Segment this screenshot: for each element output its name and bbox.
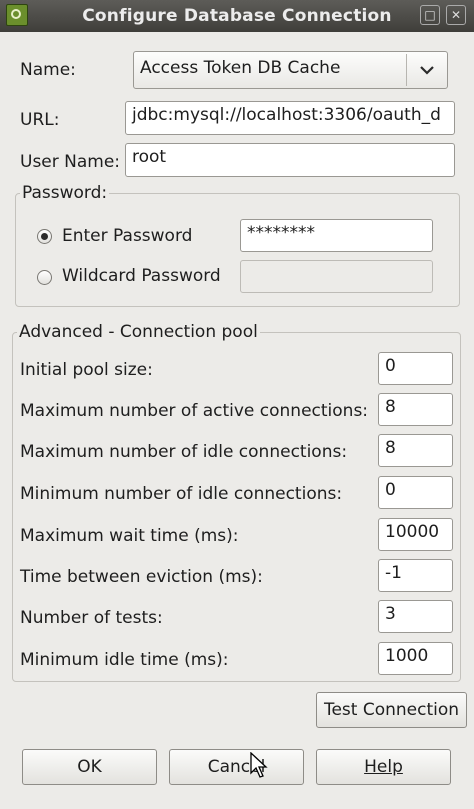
combo-separator bbox=[406, 54, 407, 86]
pool-row-label: Initial pool size: bbox=[20, 360, 153, 380]
pool-row-label: Number of tests: bbox=[20, 608, 163, 628]
min-idle-connections-field[interactable]: 0 bbox=[378, 476, 453, 509]
min-idle-time-field[interactable]: 1000 bbox=[378, 642, 453, 675]
max-idle-connections-field[interactable]: 8 bbox=[378, 434, 453, 467]
name-label: Name: bbox=[20, 60, 76, 80]
pool-row-label: Maximum number of idle connections: bbox=[20, 442, 348, 462]
wildcard-password-label: Wildcard Password bbox=[62, 266, 221, 286]
pool-row-label: Minimum idle time (ms): bbox=[20, 650, 229, 670]
title-bar[interactable]: Configure Database Connection □ ✕ bbox=[0, 0, 474, 32]
pool-row-label: Maximum wait time (ms): bbox=[20, 526, 239, 546]
enter-password-field[interactable]: ******** bbox=[240, 219, 433, 252]
help-label: Help bbox=[364, 757, 403, 777]
help-button[interactable]: Help bbox=[316, 749, 451, 785]
max-wait-time-field[interactable]: 10000 bbox=[378, 518, 453, 551]
test-connection-label: Test Connection bbox=[323, 700, 460, 720]
ok-button[interactable]: OK bbox=[22, 749, 157, 785]
connection-pool-legend: Advanced - Connection pool bbox=[19, 322, 258, 342]
pool-row-label: Maximum number of active connections: bbox=[20, 401, 369, 421]
url-field[interactable]: jdbc:mysql://localhost:3306/oauth_d bbox=[125, 101, 455, 135]
user-name-field[interactable]: root bbox=[125, 143, 455, 177]
enter-password-radio[interactable] bbox=[37, 229, 52, 244]
user-name-label: User Name: bbox=[20, 152, 121, 172]
name-combo[interactable]: Access Token DB Cache bbox=[133, 51, 448, 89]
window-title: Configure Database Connection bbox=[82, 6, 392, 26]
url-label: URL: bbox=[20, 110, 60, 130]
close-icon[interactable]: ✕ bbox=[446, 5, 466, 25]
test-connection-button[interactable]: Test Connection bbox=[316, 692, 467, 728]
mouse-pointer-icon bbox=[250, 752, 268, 778]
name-combo-value: Access Token DB Cache bbox=[140, 58, 341, 78]
time-between-eviction-field[interactable]: -1 bbox=[378, 559, 453, 592]
enter-password-label: Enter Password bbox=[62, 226, 193, 246]
max-active-connections-field[interactable]: 8 bbox=[378, 393, 453, 426]
wildcard-password-field bbox=[240, 260, 433, 293]
number-of-tests-field[interactable]: 3 bbox=[378, 600, 453, 633]
pool-row-label: Time between eviction (ms): bbox=[20, 567, 263, 587]
cancel-label: Cancel bbox=[207, 757, 266, 777]
cancel-button[interactable]: Cancel bbox=[169, 749, 304, 785]
pool-row-label: Minimum number of idle connections: bbox=[20, 484, 343, 504]
ok-label: OK bbox=[77, 757, 102, 777]
password-legend: Password: bbox=[22, 183, 108, 203]
wildcard-password-radio[interactable] bbox=[37, 270, 52, 285]
chevron-down-icon[interactable] bbox=[417, 60, 437, 80]
maximize-icon[interactable]: □ bbox=[420, 5, 440, 25]
initial-pool-size-field[interactable]: 0 bbox=[378, 352, 453, 385]
